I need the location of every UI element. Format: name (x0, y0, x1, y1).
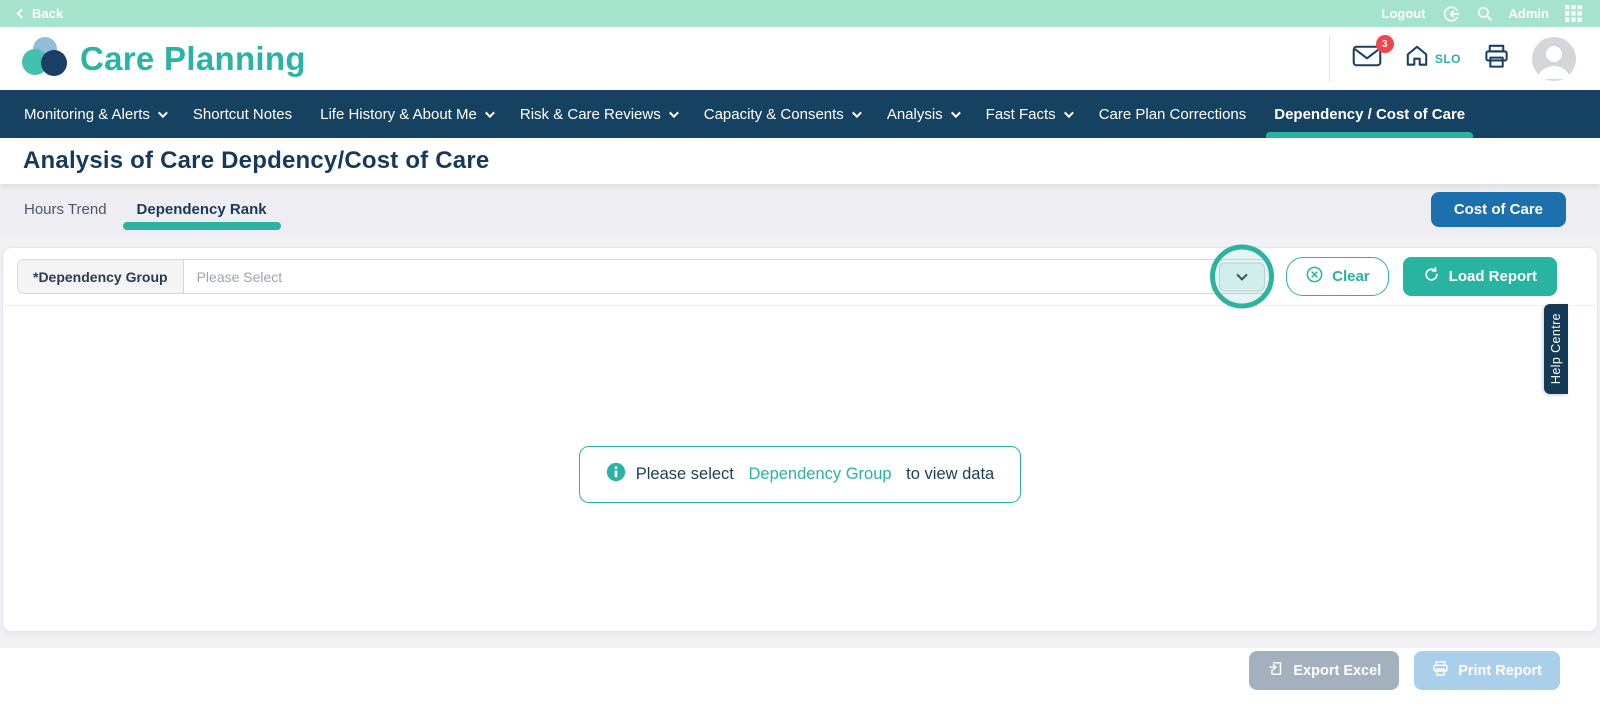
dependency-group-field: *Dependency Group Please Select (17, 244, 1275, 309)
filter-bar: *Dependency Group Please Select Clear Lo… (3, 244, 1597, 309)
home-icon (1404, 43, 1430, 74)
apps-grid-icon[interactable] (1565, 5, 1582, 22)
info-message: Please select Dependency Group to view d… (578, 446, 1022, 503)
chevron-down-icon (950, 107, 961, 118)
tab-bar: Hours Trend Dependency Rank Cost of Care (0, 184, 1600, 235)
dependency-group-select[interactable]: Please Select (184, 244, 1275, 309)
chevron-down-icon (851, 107, 862, 118)
tab-label: Hours Trend (24, 201, 107, 218)
load-report-button[interactable]: Load Report (1402, 257, 1557, 296)
home-button[interactable]: SLO (1404, 43, 1461, 74)
tab-label: Dependency Rank (136, 201, 267, 218)
messages-button[interactable]: 3 (1352, 35, 1394, 73)
refresh-icon (1423, 266, 1440, 287)
clear-label: Clear (1332, 268, 1370, 285)
export-excel-button[interactable]: Export Excel (1249, 651, 1400, 690)
search-icon[interactable] (1476, 5, 1493, 22)
nav-item-label: Analysis (886, 105, 943, 123)
mail-badge: 3 (1375, 35, 1394, 53)
nav-item-label: Risk & Care Reviews (519, 105, 661, 123)
home-label: SLO (1434, 51, 1461, 66)
brand[interactable]: Care Planning (20, 34, 306, 83)
help-centre-label: Help Centre (1549, 313, 1563, 385)
logout-icon[interactable] (1442, 5, 1460, 23)
chevron-down-icon (157, 107, 168, 118)
dependency-group-link[interactable]: Dependency Group (748, 465, 891, 484)
nav-item-label: Dependency / Cost of Care (1274, 105, 1466, 123)
nav-item-label: Monitoring & Alerts (24, 105, 150, 123)
logout-label: Logout (1381, 6, 1426, 21)
message-prefix: Please select (635, 465, 739, 483)
print-report-label: Print Report (1458, 662, 1542, 679)
back-label: Back (32, 6, 64, 21)
dependency-group-label: *Dependency Group (18, 260, 184, 293)
nav-item-label: Care Plan Corrections (1098, 105, 1247, 123)
dropdown-toggle-button[interactable] (1219, 262, 1266, 291)
main-navigation: Monitoring & Alerts Shortcut Notes Life … (0, 90, 1600, 138)
admin-menu[interactable]: Admin (1509, 6, 1549, 21)
page-title: Analysis of Care Depdency/Cost of Care (23, 147, 490, 174)
select-placeholder: Please Select (196, 268, 283, 285)
app-title: Care Planning (80, 39, 306, 77)
export-icon (1267, 660, 1284, 681)
nav-item-label: Fast Facts (985, 105, 1056, 123)
tab-dependency-rank[interactable]: Dependency Rank (122, 184, 281, 235)
nav-item-fast-facts[interactable]: Fast Facts (972, 90, 1085, 138)
nav-item-life-history[interactable]: Life History & About Me (306, 90, 506, 138)
cost-of-care-button[interactable]: Cost of Care (1430, 192, 1566, 227)
app-header: Care Planning 3 SLO (0, 27, 1600, 90)
tab-hours-trend[interactable]: Hours Trend (22, 184, 109, 235)
nav-item-dependency-cost-of-care[interactable]: Dependency / Cost of Care (1260, 90, 1479, 138)
printer-icon (1483, 43, 1510, 75)
nav-item-care-plan-corrections[interactable]: Care Plan Corrections (1085, 90, 1261, 138)
report-panel: *Dependency Group Please Select Clear Lo… (2, 244, 1598, 632)
logout-button[interactable]: Logout (1382, 6, 1426, 21)
chevron-down-icon (484, 107, 495, 118)
content-area: *Dependency Group Please Select Clear Lo… (0, 235, 1600, 648)
info-icon (606, 462, 626, 487)
nav-item-label: Shortcut Notes (192, 105, 293, 123)
care-planning-logo (20, 34, 70, 83)
nav-item-analysis[interactable]: Analysis (873, 90, 972, 138)
admin-label: Admin (1508, 6, 1549, 21)
footer-actions: Export Excel Print Report (0, 648, 1600, 710)
message-suffix: to view data (901, 465, 995, 483)
load-report-label: Load Report (1448, 268, 1537, 285)
nav-item-label: Life History & About Me (320, 105, 477, 123)
help-centre-tab[interactable]: Help Centre (1544, 304, 1568, 394)
top-utility-bar: Back Logout Admin (0, 0, 1600, 27)
page-title-bar: Analysis of Care Depdency/Cost of Care (0, 138, 1600, 184)
nav-item-shortcut-notes[interactable]: Shortcut Notes (179, 90, 306, 138)
back-button[interactable]: Back (16, 6, 64, 21)
chevron-down-icon (668, 107, 679, 118)
nav-item-label: Capacity & Consents (703, 105, 844, 123)
chevron-down-icon (1063, 107, 1074, 118)
printer-icon (1432, 660, 1449, 681)
nav-item-risk-care-reviews[interactable]: Risk & Care Reviews (506, 90, 690, 138)
print-button[interactable] (1483, 43, 1510, 75)
chevron-left-icon (16, 8, 27, 19)
chevron-down-icon (1236, 269, 1248, 281)
export-excel-label: Export Excel (1293, 662, 1382, 679)
clear-circle-x-icon (1305, 265, 1324, 288)
nav-item-monitoring-alerts[interactable]: Monitoring & Alerts (10, 90, 179, 138)
print-report-button[interactable]: Print Report (1414, 651, 1560, 690)
clear-button[interactable]: Clear (1286, 257, 1389, 296)
nav-item-capacity-consents[interactable]: Capacity & Consents (690, 90, 873, 138)
report-body: Please select Dependency Group to view d… (3, 306, 1597, 503)
user-avatar[interactable] (1532, 36, 1576, 81)
